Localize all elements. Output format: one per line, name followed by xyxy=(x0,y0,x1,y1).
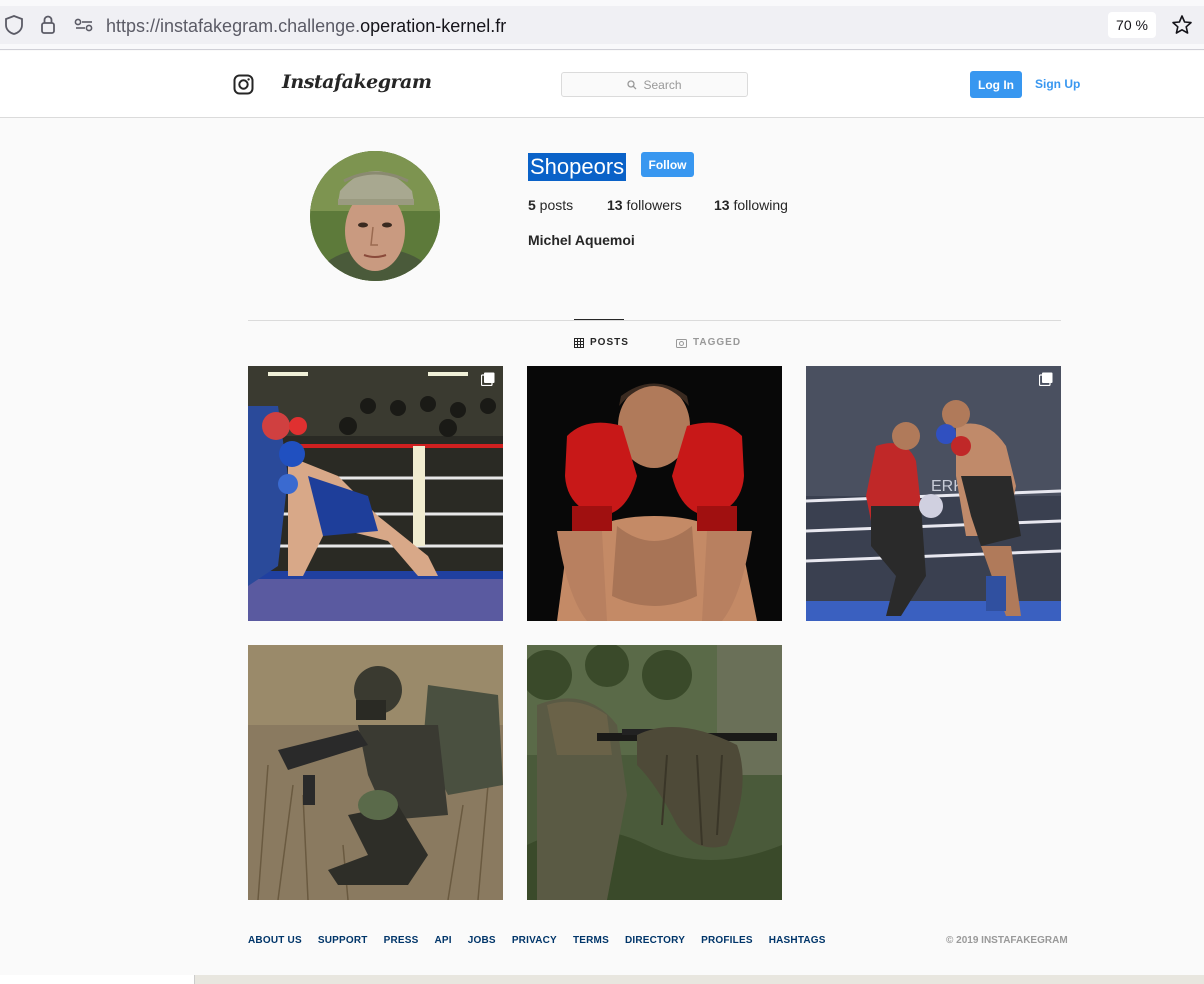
grid-icon xyxy=(574,337,584,348)
footer-link-press[interactable]: PRESS xyxy=(384,935,419,946)
browser-toolbar: https://instafakegram.challenge.operatio… xyxy=(0,0,1204,50)
footer-link-terms[interactable]: TERMS xyxy=(573,935,609,946)
multiple-images-icon xyxy=(1038,372,1053,387)
copyright: © 2019 INSTAFAKEGRAM xyxy=(946,935,1068,946)
footer-link-privacy[interactable]: PRIVACY xyxy=(512,935,557,946)
search-input[interactable]: Search xyxy=(561,72,748,97)
footer-link-hashtags[interactable]: HASHTAGS xyxy=(769,935,826,946)
login-button[interactable]: Log In xyxy=(970,71,1022,98)
tagged-icon xyxy=(676,338,687,348)
post-thumbnail[interactable] xyxy=(248,645,503,900)
active-tab-indicator xyxy=(574,319,624,320)
instagram-logo-icon[interactable] xyxy=(233,74,254,95)
permissions-icon[interactable] xyxy=(73,14,95,36)
avatar[interactable] xyxy=(310,151,440,281)
footer-link-directory[interactable]: DIRECTORY xyxy=(625,935,685,946)
following-count[interactable]: 13 following xyxy=(714,197,788,213)
search-placeholder: Search xyxy=(643,77,682,92)
post-thumbnail[interactable] xyxy=(527,645,782,900)
brand-wordmark[interactable]: Instafakegram xyxy=(282,71,432,93)
shield-icon[interactable] xyxy=(3,14,25,36)
profile-username: Shopeors xyxy=(528,153,627,181)
bookmark-star-icon[interactable] xyxy=(1171,14,1193,36)
multiple-images-icon xyxy=(480,372,495,387)
footer-link-profiles[interactable]: PROFILES xyxy=(701,935,753,946)
tab-tagged[interactable]: TAGGED xyxy=(676,337,741,348)
footer-link-about-us[interactable]: ABOUT US xyxy=(248,935,302,946)
signup-link[interactable]: Sign Up xyxy=(1035,77,1080,91)
lock-icon[interactable] xyxy=(37,14,59,36)
footer-link-api[interactable]: API xyxy=(434,935,451,946)
footer-link-support[interactable]: SUPPORT xyxy=(318,935,368,946)
tab-posts[interactable]: POSTS xyxy=(574,337,629,348)
zoom-badge[interactable]: 70 % xyxy=(1108,12,1156,38)
bottom-tab xyxy=(0,975,195,984)
url-text[interactable]: https://instafakegram.challenge.operatio… xyxy=(106,16,506,37)
footer-link-jobs[interactable]: JOBS xyxy=(468,935,496,946)
profile-full-name: Michel Aquemoi xyxy=(528,232,635,248)
followers-count[interactable]: 13 followers xyxy=(607,197,682,213)
footer-links: ABOUT US SUPPORT PRESS API JOBS PRIVACY … xyxy=(248,935,842,946)
tabs-divider xyxy=(248,320,1061,321)
posts-count: 5 posts xyxy=(528,197,574,213)
post-thumbnail[interactable]: ERKE xyxy=(806,366,1061,621)
follow-button[interactable]: Follow xyxy=(641,152,694,177)
site-header: Instafakegram Search Log In Sign Up xyxy=(0,51,1204,118)
tab-tagged-label: TAGGED xyxy=(693,337,742,348)
post-thumbnail[interactable] xyxy=(248,366,503,621)
tab-posts-label: POSTS xyxy=(590,337,629,348)
post-thumbnail[interactable] xyxy=(527,366,782,621)
search-icon xyxy=(627,79,637,89)
